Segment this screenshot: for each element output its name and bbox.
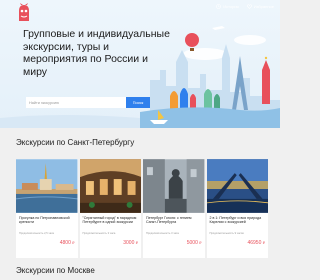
site-logo[interactable] — [16, 3, 32, 23]
currency: ₽ — [135, 241, 138, 245]
card-image-courtyard — [79, 159, 141, 213]
history-link[interactable]: История — [216, 4, 239, 9]
tower-red — [262, 60, 270, 104]
currency: ₽ — [262, 241, 265, 245]
history-label: История — [223, 4, 239, 9]
clock-icon — [216, 4, 222, 9]
tour-cards: Прогулка по Петропавловской крепости Про… — [15, 159, 269, 259]
hero-title: Групповые и индивидуальные экскурсии, ту… — [23, 28, 170, 78]
tour-card[interactable]: "Спрятанный город" в парадном Петербурге… — [79, 159, 141, 258]
tower-star — [264, 56, 268, 60]
card-price: 3000 ₽ — [123, 240, 138, 246]
card-price-value: 4800 — [59, 240, 71, 246]
ground-left — [0, 115, 140, 128]
section-title-moscow: Экскурсии по Москве — [16, 266, 95, 275]
card-price: 46950 ₽ — [247, 240, 265, 246]
section-title-spb: Экскурсии по Санкт-Петербургу — [16, 138, 135, 147]
card-price: 5000 ₽ — [187, 240, 202, 246]
currency: ₽ — [199, 241, 202, 245]
card-title: Прогулка по Петропавловской крепости — [19, 216, 70, 225]
tour-card[interactable]: Прогулка по Петропавловской крепости Про… — [15, 159, 78, 258]
card-price-value: 46950 — [247, 240, 262, 246]
card-title: 2 в 1: Петербург и вся природа Карелии с… — [209, 216, 262, 225]
page: История Избранное Групповые и индивидуал… — [0, 0, 280, 280]
card-title: Петербург Гоголя: с гением Санкт-Петербу… — [146, 216, 192, 225]
hero-banner: История Избранное Групповые и индивидуал… — [0, 0, 280, 128]
card-image-bridge — [206, 159, 269, 213]
card-duration: Продолжительность 3 часа — [146, 232, 179, 235]
card-duration: Продолжительность 2,5 часа — [19, 232, 54, 235]
favorites-label: Избранное — [253, 4, 274, 9]
card-duration: Продолжительность 9 часов — [209, 232, 244, 235]
card-image-monument — [143, 159, 205, 213]
balloon-basket — [190, 48, 194, 51]
card-price-value: 5000 — [186, 240, 198, 246]
header-links: История Избранное — [216, 4, 274, 9]
cloud — [183, 48, 227, 60]
cloud — [234, 35, 266, 45]
card-price: 4800 ₽ — [60, 240, 75, 246]
card-title: "Спрятанный город" в парадном Петербурге… — [82, 216, 137, 225]
search-input[interactable] — [26, 97, 126, 108]
plane — [212, 26, 225, 30]
card-image-fortress — [15, 159, 78, 213]
tour-card[interactable]: Петербург Гоголя: с гением Санкт-Петербу… — [143, 159, 205, 258]
search-bar: Поиск — [26, 97, 150, 108]
search-button[interactable]: Поиск — [126, 97, 150, 108]
heart-icon — [246, 4, 252, 9]
tour-card[interactable]: 2 в 1: Петербург и вся природа Карелии с… — [206, 159, 269, 258]
favorites-link[interactable]: Избранное — [246, 4, 274, 9]
card-duration: Продолжительность 3 часа — [82, 232, 116, 235]
currency: ₽ — [72, 241, 75, 245]
card-price-value: 3000 — [123, 240, 135, 246]
balloon — [185, 33, 199, 47]
